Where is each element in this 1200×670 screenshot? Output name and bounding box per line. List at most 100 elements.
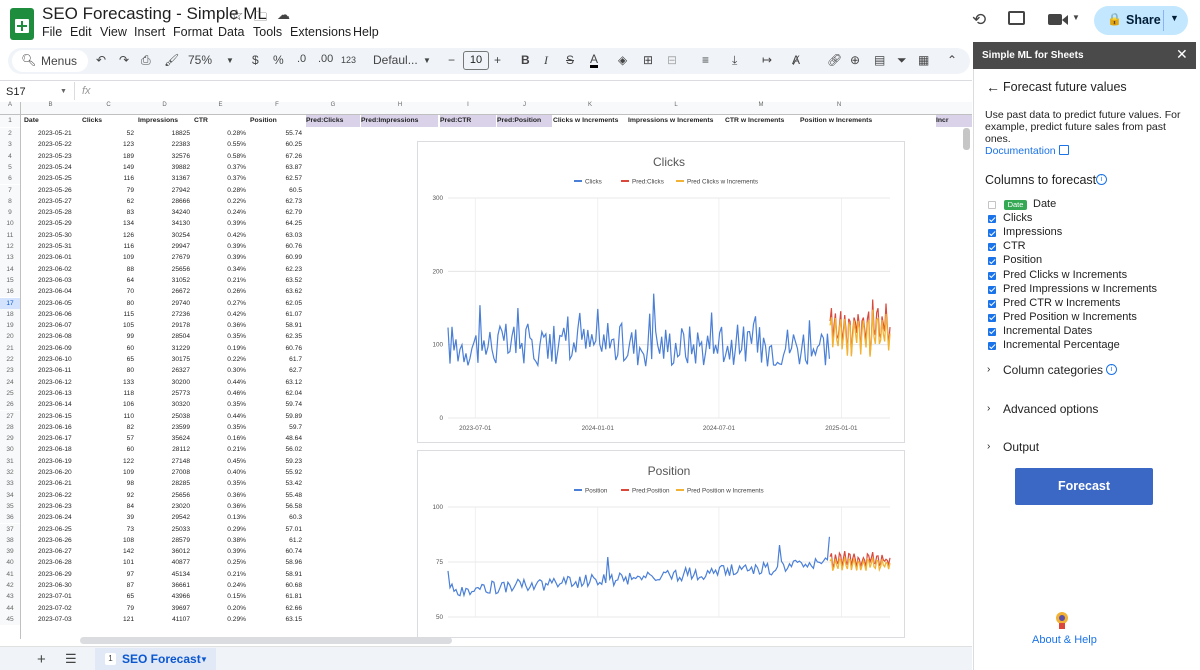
- menu-extensions[interactable]: Extensions: [290, 25, 351, 39]
- redo-icon[interactable]: ↷: [119, 53, 129, 67]
- zoom-select[interactable]: 75%: [188, 53, 212, 67]
- table-cell[interactable]: 52: [80, 128, 134, 139]
- insert-link-icon[interactable]: 🔗︎: [827, 53, 842, 67]
- table-cell[interactable]: 62.7: [248, 365, 302, 376]
- table-cell[interactable]: 67.26: [248, 151, 302, 162]
- table-cell[interactable]: 2023-06-06: [38, 309, 72, 320]
- table-cell[interactable]: 2023-05-30: [38, 230, 72, 241]
- table-cell[interactable]: 62.73: [248, 196, 302, 207]
- chevron-right-icon[interactable]: ›: [987, 364, 990, 375]
- table-cell[interactable]: 0.15%: [192, 591, 246, 602]
- table-cell[interactable]: 61.81: [248, 591, 302, 602]
- table-cell[interactable]: 56.02: [248, 444, 302, 455]
- table-cell[interactable]: 62.66: [248, 603, 302, 614]
- table-cell[interactable]: 0.36%: [192, 501, 246, 512]
- row-number[interactable]: 26: [0, 399, 20, 411]
- table-cell[interactable]: 65: [80, 591, 134, 602]
- vertical-scrollbar[interactable]: [963, 128, 970, 150]
- increase-font-size[interactable]: +: [494, 53, 501, 67]
- table-cell[interactable]: 2023-06-26: [38, 535, 72, 546]
- table-cell[interactable]: 25038: [136, 411, 190, 422]
- italic-icon[interactable]: I: [544, 53, 548, 68]
- table-cell[interactable]: 2023-07-03: [38, 614, 72, 625]
- table-cell[interactable]: 0.28%: [192, 128, 246, 139]
- table-cell[interactable]: 0.21%: [192, 444, 246, 455]
- table-cell[interactable]: 134: [80, 218, 134, 229]
- row-number[interactable]: 12: [0, 241, 20, 253]
- table-cell[interactable]: 0.35%: [192, 399, 246, 410]
- table-cell[interactable]: 29740: [136, 298, 190, 309]
- table-cell[interactable]: 45134: [136, 569, 190, 580]
- horizontal-scrollbar[interactable]: [80, 637, 452, 644]
- table-cell[interactable]: 97: [80, 569, 134, 580]
- header-cell[interactable]: CTR w Increments: [725, 115, 797, 127]
- column-header-l[interactable]: L: [628, 102, 724, 108]
- about-help-link[interactable]: About & Help: [1032, 634, 1097, 646]
- table-cell[interactable]: 84: [80, 501, 134, 512]
- table-cell[interactable]: 0.35%: [192, 478, 246, 489]
- column-header-b[interactable]: B: [21, 102, 80, 108]
- table-cell[interactable]: 116: [80, 173, 134, 184]
- formula-input[interactable]: [100, 82, 970, 100]
- table-cell[interactable]: 41107: [136, 614, 190, 625]
- forecast-button[interactable]: Forecast: [1015, 468, 1153, 505]
- table-cell[interactable]: 61.2: [248, 535, 302, 546]
- column-header-n[interactable]: N: [798, 102, 880, 108]
- table-cell[interactable]: 2023-05-27: [38, 196, 72, 207]
- header-cell[interactable]: Pred:Clicks: [306, 115, 360, 127]
- table-cell[interactable]: 2023-05-21: [38, 128, 72, 139]
- checkbox[interactable]: [988, 342, 996, 350]
- comments-icon[interactable]: [1008, 11, 1025, 25]
- table-cell[interactable]: 58.96: [248, 557, 302, 568]
- table-cell[interactable]: 0.44%: [192, 377, 246, 388]
- row-number[interactable]: 27: [0, 410, 20, 422]
- row-number[interactable]: 40: [0, 557, 20, 569]
- row-number[interactable]: 15: [0, 274, 20, 287]
- table-cell[interactable]: 65: [80, 354, 134, 365]
- table-cell[interactable]: 0.30%: [192, 365, 246, 376]
- insert-comment-icon[interactable]: ⊕: [850, 53, 860, 67]
- header-cell[interactable]: Clicks: [82, 115, 136, 127]
- table-cell[interactable]: 25033: [136, 524, 190, 535]
- table-cell[interactable]: 62.79: [248, 207, 302, 218]
- table-cell[interactable]: 26327: [136, 365, 190, 376]
- add-sheet-icon[interactable]: +: [37, 651, 46, 668]
- table-cell[interactable]: 80: [80, 298, 134, 309]
- column-header-a[interactable]: A: [0, 102, 20, 108]
- table-cell[interactable]: 39882: [136, 162, 190, 173]
- table-cell[interactable]: 60.99: [248, 252, 302, 263]
- table-cell[interactable]: 31367: [136, 173, 190, 184]
- table-cell[interactable]: 62.35: [248, 331, 302, 342]
- table-cell[interactable]: 0.39%: [192, 241, 246, 252]
- borders-icon[interactable]: ⊞: [643, 53, 653, 67]
- table-cell[interactable]: 31052: [136, 275, 190, 286]
- row-number[interactable]: 41: [0, 568, 20, 580]
- column-header-d[interactable]: D: [137, 102, 192, 108]
- table-cell[interactable]: 0.36%: [192, 490, 246, 501]
- table-cell[interactable]: 121: [80, 614, 134, 625]
- table-cell[interactable]: 60.74: [248, 546, 302, 557]
- table-cell[interactable]: 2023-05-25: [38, 173, 72, 184]
- table-cell[interactable]: 2023-06-29: [38, 569, 72, 580]
- column-header-c[interactable]: C: [81, 102, 136, 108]
- table-cell[interactable]: 55.48: [248, 490, 302, 501]
- table-cell[interactable]: 30254: [136, 230, 190, 241]
- table-cell[interactable]: 62.05: [248, 298, 302, 309]
- table-cell[interactable]: 62.57: [248, 173, 302, 184]
- table-cell[interactable]: 0.39%: [192, 546, 246, 557]
- filter-icon[interactable]: ⏷: [897, 53, 907, 68]
- table-cell[interactable]: 92: [80, 490, 134, 501]
- row-number[interactable]: 14: [0, 263, 20, 275]
- table-cell[interactable]: 29178: [136, 320, 190, 331]
- table-cell[interactable]: 0.24%: [192, 580, 246, 591]
- row-number[interactable]: 19: [0, 320, 20, 332]
- table-cell[interactable]: 73: [80, 524, 134, 535]
- table-cell[interactable]: 0.21%: [192, 275, 246, 286]
- table-cell[interactable]: 0.26%: [192, 286, 246, 297]
- table-cell[interactable]: 36661: [136, 580, 190, 591]
- table-cell[interactable]: 0.37%: [192, 162, 246, 173]
- table-cell[interactable]: 27236: [136, 309, 190, 320]
- table-cell[interactable]: 0.19%: [192, 343, 246, 354]
- advanced-options-toggle[interactable]: Advanced options: [1003, 402, 1098, 416]
- table-cell[interactable]: 108: [80, 535, 134, 546]
